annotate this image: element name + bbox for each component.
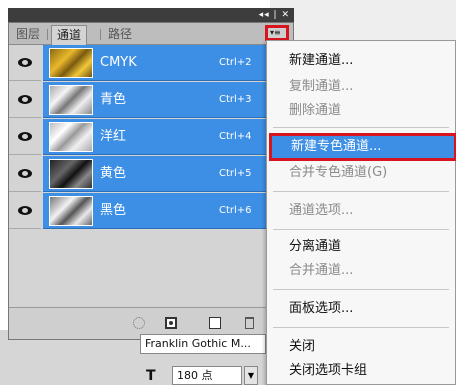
channel-row-black[interactable]: 黑色 Ctrl+6: [9, 193, 293, 230]
visibility-eye-icon[interactable]: [9, 119, 41, 155]
visibility-eye-icon[interactable]: [9, 193, 41, 229]
channel-thumbnail: [49, 85, 93, 115]
photoshop-channels-ui: ◂◂ | ✕ 图层 通道 路径 ▾≡ CMYK Ctrl+2 青色 Ctrl+3…: [0, 0, 456, 385]
menu-separator: [273, 191, 449, 192]
menu-item-merge-channels[interactable]: 合并通道...: [289, 261, 353, 281]
panel-collapse-bar[interactable]: ◂◂ | ✕: [8, 8, 294, 22]
channel-row-cyan[interactable]: 青色 Ctrl+3: [9, 82, 293, 119]
panel-tabs: 图层 通道 路径 ▾≡: [9, 23, 293, 45]
visibility-eye-icon[interactable]: [9, 82, 41, 118]
tab-separator: [100, 29, 101, 40]
tab-separator: [47, 29, 48, 40]
channel-thumbnail: [49, 122, 93, 152]
menu-separator: [273, 289, 449, 290]
channel-name: 黑色: [100, 203, 127, 218]
channel-name: 黄色: [100, 166, 127, 181]
font-size-field[interactable]: 180 点: [172, 366, 242, 385]
new-channel-icon[interactable]: [209, 317, 221, 329]
menu-item-label: 新建专色通道...: [291, 139, 382, 154]
menu-separator: [273, 127, 449, 128]
panel-menu-icon: ▾≡: [270, 28, 281, 37]
menu-item-close-tab-group[interactable]: 关闭选项卡组: [289, 361, 367, 381]
channel-shortcut: Ctrl+2: [219, 57, 252, 68]
save-selection-icon[interactable]: [165, 317, 177, 329]
menu-item-new-spot-channel[interactable]: 新建专色通道...: [269, 133, 456, 161]
channel-name: CMYK: [100, 55, 137, 70]
channel-shortcut: Ctrl+6: [219, 205, 252, 216]
channel-shortcut: Ctrl+3: [219, 94, 252, 105]
font-family-field[interactable]: Franklin Gothic M...: [140, 334, 266, 354]
menu-item-panel-options[interactable]: 面板选项...: [289, 299, 353, 319]
tab-layers[interactable]: 图层: [11, 25, 45, 44]
menu-item-channel-options[interactable]: 通道选项...: [289, 201, 353, 221]
menu-item-delete-channel[interactable]: 删除通道: [289, 101, 341, 121]
channel-name: 洋红: [100, 129, 127, 144]
menu-item-duplicate-channel[interactable]: 复制通道...: [289, 77, 353, 97]
channel-row-cmyk[interactable]: CMYK Ctrl+2: [9, 45, 293, 82]
tab-channels[interactable]: 通道: [51, 25, 88, 45]
visibility-eye-icon[interactable]: [9, 45, 41, 81]
load-selection-icon[interactable]: [133, 317, 145, 329]
tab-paths[interactable]: 路径: [103, 25, 137, 44]
channel-name: 青色: [100, 92, 127, 107]
menu-item-split-channels[interactable]: 分离通道: [289, 237, 341, 257]
panel-menu-button[interactable]: ▾≡: [265, 25, 289, 41]
menu-separator: [273, 229, 449, 230]
menu-item-new-channel[interactable]: 新建通道...: [289, 51, 353, 71]
menu-item-close[interactable]: 关闭: [289, 337, 315, 357]
channel-row-magenta[interactable]: 洋红 Ctrl+4: [9, 119, 293, 156]
channel-thumbnail: [49, 159, 93, 189]
visibility-eye-icon[interactable]: [9, 156, 41, 192]
menu-item-merge-spot-channel[interactable]: 合并专色通道(G): [289, 163, 387, 183]
channel-thumbnail: [49, 196, 93, 226]
channel-shortcut: Ctrl+4: [219, 131, 252, 142]
collapse-close-controls[interactable]: ◂◂ | ✕: [259, 8, 290, 22]
channel-thumbnail: [49, 48, 93, 78]
trash-icon[interactable]: [245, 317, 254, 329]
menu-separator: [273, 327, 449, 328]
chevron-down-icon[interactable]: ▼: [244, 366, 258, 385]
channels-panel: 图层 通道 路径 ▾≡ CMYK Ctrl+2 青色 Ctrl+3 洋红 Ctr…: [8, 22, 294, 340]
channel-panel-menu: 新建通道... 复制通道... 删除通道 新建专色通道... 合并专色通道(G)…: [266, 40, 456, 385]
font-size-icon: T: [146, 368, 156, 384]
channel-shortcut: Ctrl+5: [219, 168, 252, 179]
channel-row-yellow[interactable]: 黄色 Ctrl+5: [9, 156, 293, 193]
